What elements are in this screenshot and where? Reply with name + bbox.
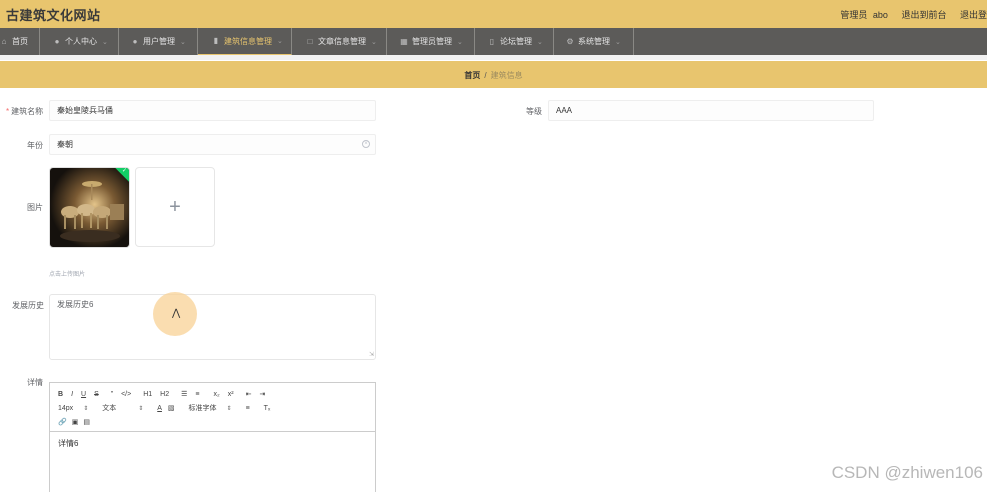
heading1-button[interactable]: H1 xyxy=(143,391,152,398)
video-icon[interactable]: ▤ xyxy=(83,418,90,426)
upload-tip: 点击上传图片 xyxy=(49,272,86,278)
quote-button[interactable]: ” xyxy=(111,391,113,398)
nav-item-article-info[interactable]: □ 文章信息管理 ⌄ xyxy=(292,28,387,55)
history-textarea[interactable]: 发展历史6 ⇲ xyxy=(49,294,376,360)
strike-button[interactable]: S xyxy=(94,391,99,398)
plus-icon: + xyxy=(169,196,181,218)
breadcrumb-home[interactable]: 首页 xyxy=(464,71,480,80)
nav-item-building-info[interactable]: ▮ 建筑信息管理 ⌄ xyxy=(198,28,292,55)
nav-label: 管理员管理 xyxy=(412,37,452,46)
image-label: 图片 xyxy=(27,203,43,212)
nav-label: 用户管理 xyxy=(143,37,175,46)
grid-icon: ▦ xyxy=(400,36,408,46)
level-input[interactable]: AAA xyxy=(548,100,874,121)
nav-label: 建筑信息管理 xyxy=(224,36,272,46)
toolbar-row-1: B I U S ” </> H1 H2 ☰ ≡ x₂ x² ⇤ ⇥ xyxy=(58,388,273,400)
nav-divider xyxy=(0,55,987,60)
nav-item-personal-center[interactable]: ● 个人中心 ⌄ xyxy=(40,28,119,55)
watermark: CSDN @zhiwen106 xyxy=(831,463,983,482)
site-title: 古建筑文化网站 xyxy=(6,8,101,23)
ordered-list-button[interactable]: ☰ xyxy=(181,390,187,398)
link-icon[interactable]: 🔗 xyxy=(58,418,67,426)
resize-handle[interactable]: ⇲ xyxy=(369,351,374,358)
check-icon: ✓ xyxy=(121,168,127,174)
nav-label: 论坛管理 xyxy=(500,37,532,46)
clear-format-icon[interactable]: Tₓ xyxy=(264,405,271,412)
chevron-down-icon: ⌄ xyxy=(615,38,621,46)
terracotta-photo xyxy=(50,168,129,247)
user-role: 管理员 xyxy=(840,10,868,20)
chevron-down-icon: ⌄ xyxy=(180,38,186,46)
font-family-select[interactable]: 标准字体 ⇕ xyxy=(189,403,232,413)
home-icon: ⌂ xyxy=(1,36,7,46)
heading2-button[interactable]: H2 xyxy=(160,391,169,398)
nav-label: 文章信息管理 xyxy=(318,37,366,46)
chevron-down-icon: ⌄ xyxy=(457,38,463,46)
history-value: 发展历史6 xyxy=(57,300,94,309)
image-icon[interactable]: ▣ xyxy=(72,418,79,426)
outdent-button[interactable]: ⇤ xyxy=(246,390,252,398)
editor-toolbar: B I U S ” </> H1 H2 ☰ ≡ x₂ x² ⇤ ⇥ 14px ⇕ … xyxy=(50,383,375,432)
nav-item-user-manage[interactable]: ● 用户管理 ⌄ xyxy=(119,28,198,55)
superscript-button[interactable]: x² xyxy=(228,391,234,398)
indent-button[interactable]: ⇥ xyxy=(259,390,265,398)
image-upload-button[interactable]: + xyxy=(135,167,215,247)
clear-icon[interactable]: × xyxy=(362,140,370,148)
toolbar-row-2: 14px ⇕ 文本 ⇕ A ▧ 标准字体 ⇕ ≡ Tₓ xyxy=(58,402,278,414)
chevron-down-icon: ⌄ xyxy=(102,38,108,46)
chevron-down-icon: ⌄ xyxy=(537,38,543,46)
nav-label: 个人中心 xyxy=(65,37,97,46)
italic-button[interactable]: I xyxy=(71,391,73,398)
crop-icon: □ xyxy=(307,36,313,46)
pillar-icon: ▮ xyxy=(213,36,219,45)
code-button[interactable]: </> xyxy=(121,391,131,398)
font-color-button[interactable]: A xyxy=(157,405,162,412)
nav-item-admin-manage[interactable]: ▦ 管理员管理 ⌄ xyxy=(387,28,475,55)
chevron-down-icon: ⌄ xyxy=(371,38,377,46)
breadcrumb-current: 建筑信息 xyxy=(490,71,523,80)
nav-item-system-manage[interactable]: ⚙ 系统管理 ⌄ xyxy=(554,28,634,55)
back-to-front-link[interactable]: 退出到前台 xyxy=(901,10,946,20)
level-label: 等级 xyxy=(526,107,542,116)
era-value: 秦朝 xyxy=(57,140,73,149)
bold-button[interactable]: B xyxy=(58,391,63,398)
header-user-area: 管理员 abo 退出到前台 退出登 xyxy=(840,8,987,21)
uploaded-image-thumbnail[interactable]: ✓ xyxy=(49,167,130,248)
main-nav: ⌂ 首页 ● 个人中心 ⌄ ● 用户管理 ⌄ ▮ 建筑信息管理 ⌄ □ 文章信息… xyxy=(0,28,987,55)
era-label: 年份 xyxy=(27,141,43,150)
text-type-select[interactable]: 文本 ⇕ xyxy=(102,403,143,413)
user-icon: ● xyxy=(54,36,60,46)
background-color-icon[interactable]: ▧ xyxy=(168,404,175,412)
history-label: 发展历史 xyxy=(12,301,44,310)
text-cursor-icon: ⋀ xyxy=(172,308,181,319)
chevron-down-icon: ⌄ xyxy=(277,38,283,45)
nav-label: 系统管理 xyxy=(578,37,610,46)
nav-label: 首页 xyxy=(12,37,28,46)
detail-rich-editor[interactable]: B I U S ” </> H1 H2 ☰ ≡ x₂ x² ⇤ ⇥ 14px ⇕ … xyxy=(49,382,376,492)
name-label: * 建筑名称 xyxy=(6,107,44,116)
detail-label: 详情 xyxy=(27,378,43,387)
breadcrumb: 首页 / 建筑信息 xyxy=(0,70,987,81)
phone-icon: ▯ xyxy=(489,36,495,46)
logout-link[interactable]: 退出登 xyxy=(960,10,987,20)
username: abo xyxy=(872,10,888,20)
breadcrumb-separator: / xyxy=(484,71,487,80)
underline-button[interactable]: U xyxy=(81,391,86,398)
nav-item-home[interactable]: ⌂ 首页 xyxy=(0,28,40,55)
top-header: 古建筑文化网站 管理员 abo 退出到前台 退出登 xyxy=(0,0,987,28)
font-size-select[interactable]: 14px ⇕ xyxy=(58,405,88,412)
nav-item-forum-manage[interactable]: ▯ 论坛管理 ⌄ xyxy=(475,28,554,55)
editor-content[interactable]: 详情6 xyxy=(58,438,78,449)
era-input[interactable]: 秦朝 × xyxy=(49,134,376,155)
toolbar-row-3: 🔗 ▣ ▤ xyxy=(58,416,98,428)
user-group-icon: ● xyxy=(132,36,138,46)
align-icon[interactable]: ≡ xyxy=(246,405,250,412)
bullet-list-button[interactable]: ≡ xyxy=(195,391,199,398)
building-name-input[interactable]: 秦始皇陵兵马俑 xyxy=(49,100,376,121)
breadcrumb-bar: 首页 / 建筑信息 xyxy=(0,61,987,88)
settings-icon: ⚙ xyxy=(566,36,574,46)
subscript-button[interactable]: x₂ xyxy=(214,391,220,398)
